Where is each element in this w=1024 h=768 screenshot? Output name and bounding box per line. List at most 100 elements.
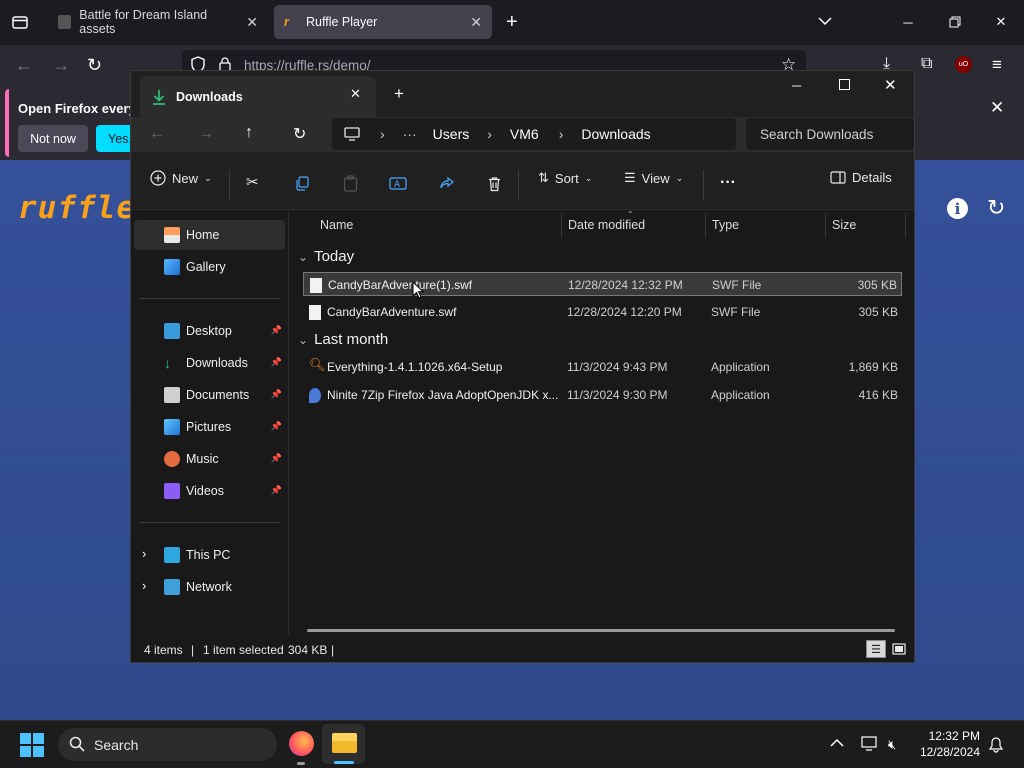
taskbar-search[interactable]: Search	[58, 728, 277, 761]
column-header-size[interactable]: Size	[832, 218, 856, 232]
monitor-icon[interactable]	[344, 127, 360, 141]
cut-icon[interactable]: ✂	[246, 173, 259, 191]
explorer-maximize-icon[interactable]	[839, 79, 850, 90]
pin-icon[interactable]: 📌	[271, 389, 282, 400]
forward-icon[interactable]: →	[198, 125, 214, 143]
tab-ruffle-player[interactable]: r Ruffle Player ✕	[274, 5, 492, 39]
pin-icon[interactable]: 📌	[271, 357, 282, 368]
rename-icon[interactable]: A	[389, 176, 407, 191]
column-divider[interactable]	[825, 213, 826, 237]
clock-date[interactable]: 12/28/2024	[910, 745, 980, 759]
start-windows-icon[interactable]	[20, 733, 44, 757]
list-all-tabs-icon[interactable]	[11, 13, 29, 31]
sidebar-item-music[interactable]: Music 📌	[134, 444, 285, 474]
close-tab-icon[interactable]: ✕	[350, 86, 361, 102]
tab-bfdi-assets[interactable]: Battle for Dream Island assets ✕	[48, 5, 268, 39]
ublock-icon[interactable]: uO	[955, 56, 972, 73]
details-label: Details	[852, 170, 892, 185]
details-button[interactable]: Details	[830, 170, 892, 185]
column-divider[interactable]	[705, 213, 706, 237]
sidebar-label: Videos	[186, 484, 224, 498]
pin-icon[interactable]: 📌	[271, 325, 282, 336]
back-icon[interactable]: ←	[15, 55, 33, 76]
explorer-tab-downloads[interactable]: Downloads	[140, 76, 376, 117]
search-label: Search	[94, 736, 139, 753]
up-icon[interactable]: ↑	[245, 124, 253, 142]
volume-muted-icon[interactable]: 🔇︎	[888, 737, 896, 753]
column-divider[interactable]	[905, 213, 906, 237]
table-row[interactable]: 🔍︎ Everything-1.4.1.1026.x64-Setup 11/3/…	[303, 355, 902, 379]
sidebar-item-network[interactable]: Network	[134, 572, 285, 602]
view-button[interactable]: ☰ View ⌄	[624, 170, 683, 186]
pin-icon[interactable]: 📌	[271, 453, 282, 464]
sidebar-item-desktop[interactable]: Desktop 📌	[134, 316, 285, 346]
table-row[interactable]: Ninite 7Zip Firefox Java AdoptOpenJDK x.…	[303, 383, 902, 407]
menu-icon[interactable]: ≡	[992, 55, 1002, 75]
firefox-taskbar-icon[interactable]	[289, 731, 314, 756]
tiles-view-icon[interactable]	[890, 640, 908, 658]
column-divider[interactable]	[561, 213, 562, 237]
status-divider: |	[191, 643, 195, 657]
breadcrumb-vm6[interactable]: VM6	[510, 126, 539, 142]
sidebar-item-home[interactable]: Home	[134, 220, 285, 250]
column-header-date[interactable]: Date modified	[568, 218, 645, 232]
pin-icon[interactable]: 📌	[271, 421, 282, 432]
sidebar-item-pictures[interactable]: Pictures 📌	[134, 412, 285, 442]
group-header-last-month[interactable]: ⌄ Last month	[298, 331, 388, 348]
copy-icon[interactable]	[295, 176, 310, 191]
breadcrumb-downloads[interactable]: Downloads	[581, 126, 650, 142]
breadcrumb[interactable]: › ··· Users › VM6 › Downloads	[332, 118, 736, 150]
notification-bell-icon[interactable]	[989, 737, 1003, 753]
network-status-icon[interactable]	[861, 736, 879, 751]
search-input[interactable]: Search Downloads	[746, 118, 914, 150]
file-date: 12/28/2024 12:32 PM	[568, 278, 683, 292]
sidebar-item-this-pc[interactable]: This PC	[134, 540, 285, 570]
new-tab-icon[interactable]: +	[506, 11, 518, 34]
reload-icon[interactable]: ↻	[87, 55, 102, 76]
group-header-today[interactable]: ⌄ Today	[298, 248, 354, 265]
column-header-type[interactable]: Type	[712, 218, 739, 232]
minimize-icon[interactable]: ─	[898, 12, 918, 32]
chevron-down-icon[interactable]	[817, 13, 833, 29]
forward-icon[interactable]: →	[52, 55, 70, 76]
refresh-icon[interactable]: ↻	[987, 195, 1005, 221]
column-header-name[interactable]: Name	[320, 218, 353, 232]
close-notification-icon[interactable]: ✕	[990, 98, 1004, 118]
file-icon	[309, 305, 321, 320]
overflow-icon[interactable]: ···	[403, 126, 417, 142]
table-row[interactable]: CandyBarAdventure(1).swf 12/28/2024 12:3…	[303, 272, 902, 296]
more-options-icon[interactable]: ···	[720, 174, 736, 192]
extensions-icon[interactable]: ⧉	[921, 55, 932, 73]
restore-icon[interactable]	[945, 12, 965, 32]
info-icon[interactable]: i	[947, 198, 968, 219]
explorer-minimize-icon[interactable]: ─	[792, 78, 801, 93]
paste-icon[interactable]	[343, 175, 358, 192]
sidebar-item-documents[interactable]: Documents 📌	[134, 380, 285, 410]
sidebar-item-videos[interactable]: Videos 📌	[134, 476, 285, 506]
close-tab-icon[interactable]: ✕	[470, 14, 482, 31]
new-button[interactable]: New ⌄	[150, 170, 212, 186]
yes-button[interactable]: Yes,	[96, 125, 132, 152]
toolbar-divider	[229, 170, 230, 200]
delete-icon[interactable]	[487, 176, 502, 192]
breadcrumb-users[interactable]: Users	[433, 126, 470, 142]
chevron-up-icon[interactable]	[830, 737, 844, 749]
pin-icon[interactable]: 📌	[271, 485, 282, 496]
gallery-icon	[164, 259, 180, 275]
share-icon[interactable]	[439, 176, 455, 191]
close-tab-icon[interactable]: ✕	[246, 14, 258, 31]
horizontal-scrollbar[interactable]	[307, 629, 895, 632]
explorer-close-icon[interactable]: ✕	[884, 76, 897, 94]
sidebar-item-downloads[interactable]: ↓ Downloads 📌	[134, 348, 285, 378]
ruffle-logo[interactable]: ruffle	[18, 190, 136, 226]
clock-time[interactable]: 12:32 PM	[920, 729, 980, 743]
sort-button[interactable]: ⇅ Sort ⌄	[538, 170, 592, 186]
close-window-icon[interactable]: ✕	[991, 12, 1011, 32]
details-view-icon[interactable]: ☰	[866, 640, 886, 658]
new-tab-icon[interactable]: +	[394, 84, 404, 104]
not-now-button[interactable]: Not now	[18, 125, 88, 152]
back-icon[interactable]: ←	[149, 125, 165, 143]
table-row[interactable]: CandyBarAdventure.swf 12/28/2024 12:20 P…	[303, 300, 902, 324]
sidebar-item-gallery[interactable]: Gallery	[134, 252, 285, 282]
refresh-icon[interactable]: ↻	[293, 124, 306, 144]
